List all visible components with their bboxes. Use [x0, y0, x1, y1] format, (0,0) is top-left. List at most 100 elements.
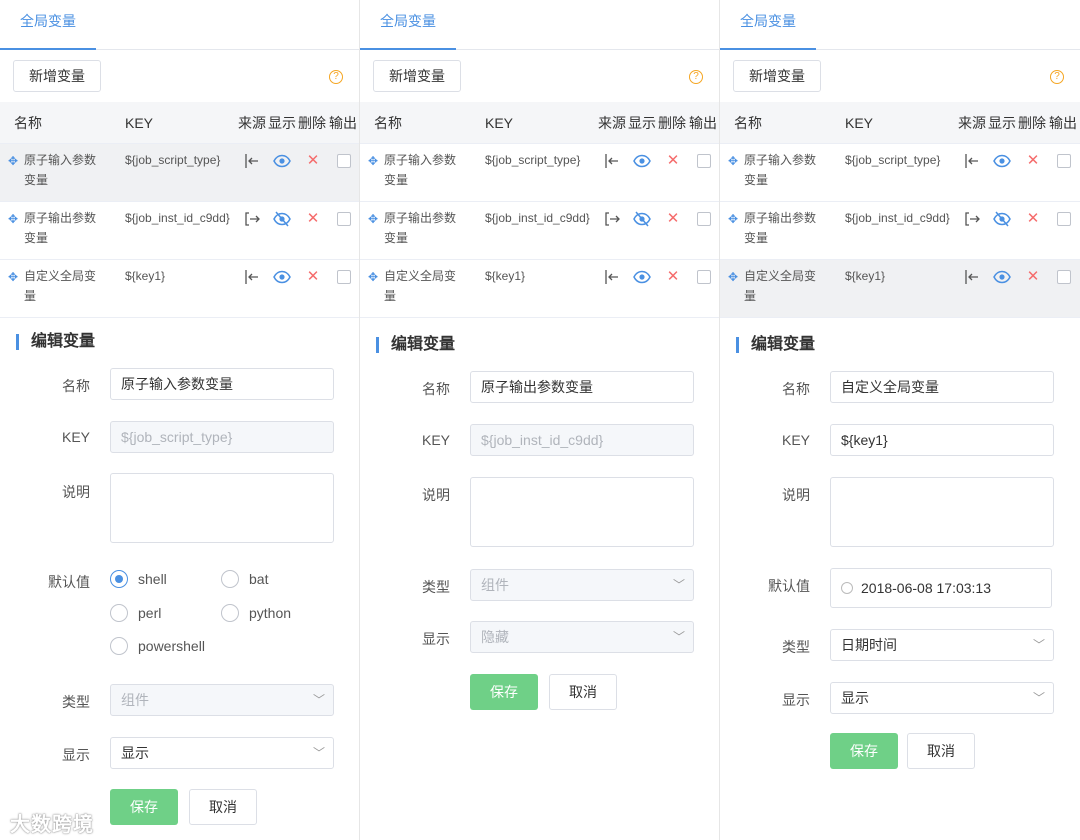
radio-powershell[interactable]: powershell — [110, 637, 205, 656]
row-key: ${job_script_type} — [125, 153, 221, 167]
label-key: KEY — [61, 429, 90, 445]
cancel-button[interactable]: 取消 — [907, 733, 975, 769]
output-checkbox[interactable] — [697, 212, 711, 226]
radio-bat[interactable]: bat — [221, 570, 268, 589]
radio-label: perl — [138, 605, 162, 621]
eye-icon[interactable] — [273, 152, 291, 170]
type-select: 组件 ﹀ — [110, 684, 334, 716]
delete-icon[interactable]: ✕ — [304, 210, 322, 228]
col-delete: 删除 — [298, 115, 326, 131]
radio-python[interactable]: python — [221, 604, 291, 623]
eye-icon[interactable] — [633, 152, 651, 170]
tab-bar: 全局变量 — [0, 0, 359, 50]
help-icon[interactable]: ? — [1050, 70, 1064, 84]
table-header: 名称 KEY 来源 显示 删除 输出 — [0, 102, 359, 144]
delete-icon[interactable]: ✕ — [664, 152, 682, 170]
output-checkbox[interactable] — [337, 212, 351, 226]
save-button[interactable]: 保存 — [110, 789, 178, 825]
radio-label: powershell — [138, 638, 205, 654]
table-row[interactable]: ✥ 原子输入参数变量 ${job_script_type} ✕ — [360, 144, 719, 202]
type-select[interactable]: 日期时间 ﹀ — [830, 629, 1054, 661]
output-checkbox[interactable] — [337, 270, 351, 284]
col-name: 名称 — [14, 115, 42, 131]
key-input[interactable]: ${key1} — [830, 424, 1054, 456]
tab-global-vars[interactable]: 全局变量 — [360, 0, 456, 50]
cancel-button[interactable]: 取消 — [549, 674, 617, 710]
save-button[interactable]: 保存 — [830, 733, 898, 769]
eye-icon[interactable] — [993, 268, 1011, 286]
eye-slash-icon[interactable] — [273, 210, 291, 228]
table-row[interactable]: ✥ 原子输出参数变量 ${job_inst_id_c9dd} ✕ — [0, 202, 359, 260]
input-arrow-icon — [965, 154, 978, 168]
label-desc: 说明 — [422, 487, 450, 503]
cancel-button[interactable]: 取消 — [189, 789, 257, 825]
description-textarea[interactable] — [830, 477, 1054, 547]
display-select[interactable]: 显示 ﹀ — [830, 682, 1054, 714]
tab-global-vars[interactable]: 全局变量 — [0, 0, 96, 50]
help-icon[interactable]: ? — [689, 70, 703, 84]
radio-perl[interactable]: perl — [110, 604, 162, 623]
delete-icon[interactable]: ✕ — [664, 268, 682, 286]
section-title: 编辑变量 — [376, 337, 455, 353]
table-row[interactable]: ✥ 自定义全局变量 ${key1} ✕ — [0, 260, 359, 318]
eye-icon[interactable] — [633, 268, 651, 286]
table-row[interactable]: ✥ 原子输入参数变量 ${job_script_type} ✕ — [720, 144, 1080, 202]
table-row[interactable]: ✥ 自定义全局变量 ${key1} ✕ — [360, 260, 719, 318]
drag-handle-icon[interactable]: ✥ — [368, 270, 378, 284]
chevron-down-icon: ﹀ — [312, 693, 325, 707]
table-row[interactable]: ✥ 原子输出参数变量 ${job_inst_id_c9dd} ✕ — [720, 202, 1080, 260]
drag-handle-icon[interactable]: ✥ — [368, 154, 378, 168]
drag-handle-icon[interactable]: ✥ — [728, 212, 738, 226]
display-select[interactable]: 显示 ﹀ — [110, 737, 334, 769]
delete-icon[interactable]: ✕ — [1024, 152, 1042, 170]
panel-1: 全局变量 新增变量 ? 名称 KEY 来源 显示 删除 输出 ✥ 原子输入参数变… — [0, 0, 360, 840]
drag-handle-icon[interactable]: ✥ — [728, 154, 738, 168]
help-icon[interactable]: ? — [329, 70, 343, 84]
save-button[interactable]: 保存 — [470, 674, 538, 710]
output-checkbox[interactable] — [337, 154, 351, 168]
output-arrow-icon — [965, 212, 980, 226]
table-row[interactable]: ✥ 原子输出参数变量 ${job_inst_id_c9dd} ✕ — [360, 202, 719, 260]
radio-shell[interactable]: shell — [110, 570, 167, 589]
add-variable-button[interactable]: 新增变量 — [13, 60, 101, 92]
description-textarea[interactable] — [110, 473, 334, 543]
drag-handle-icon[interactable]: ✥ — [8, 270, 18, 284]
display-value: 显示 — [841, 690, 869, 706]
input-arrow-icon — [605, 154, 618, 168]
radio-circle — [110, 604, 128, 623]
display-value: 隐藏 — [481, 629, 509, 645]
eye-slash-icon[interactable] — [993, 210, 1011, 228]
output-checkbox[interactable] — [1057, 212, 1071, 226]
col-key: KEY — [845, 115, 874, 131]
add-variable-button[interactable]: 新增变量 — [373, 60, 461, 92]
delete-icon[interactable]: ✕ — [1024, 210, 1042, 228]
datetime-picker[interactable]: 2018-06-08 17:03:13 — [830, 568, 1052, 608]
drag-handle-icon[interactable]: ✥ — [728, 270, 738, 284]
eye-icon[interactable] — [273, 268, 291, 286]
delete-icon[interactable]: ✕ — [304, 152, 322, 170]
delete-icon[interactable]: ✕ — [664, 210, 682, 228]
col-name: 名称 — [374, 115, 402, 131]
description-textarea[interactable] — [470, 477, 694, 547]
table-row[interactable]: ✥ 自定义全局变量 ${key1} ✕ — [720, 260, 1080, 318]
output-checkbox[interactable] — [697, 270, 711, 284]
drag-handle-icon[interactable]: ✥ — [8, 154, 18, 168]
name-input[interactable]: 自定义全局变量 — [830, 371, 1054, 403]
output-checkbox[interactable] — [1057, 270, 1071, 284]
delete-icon[interactable]: ✕ — [1024, 268, 1042, 286]
col-output: 输出 — [689, 115, 717, 131]
output-checkbox[interactable] — [1057, 154, 1071, 168]
add-variable-button[interactable]: 新增变量 — [733, 60, 821, 92]
name-input[interactable]: 原子输出参数变量 — [470, 371, 694, 403]
name-input[interactable]: 原子输入参数变量 — [110, 368, 334, 400]
eye-icon[interactable] — [993, 152, 1011, 170]
eye-slash-icon[interactable] — [633, 210, 651, 228]
output-arrow-icon — [605, 212, 620, 226]
drag-handle-icon[interactable]: ✥ — [368, 212, 378, 226]
table-row[interactable]: ✥ 原子输入参数变量 ${job_script_type} ✕ — [0, 144, 359, 202]
delete-icon[interactable]: ✕ — [304, 268, 322, 286]
drag-handle-icon[interactable]: ✥ — [8, 212, 18, 226]
tab-global-vars[interactable]: 全局变量 — [720, 0, 816, 50]
output-checkbox[interactable] — [697, 154, 711, 168]
type-value: 日期时间 — [841, 637, 897, 653]
